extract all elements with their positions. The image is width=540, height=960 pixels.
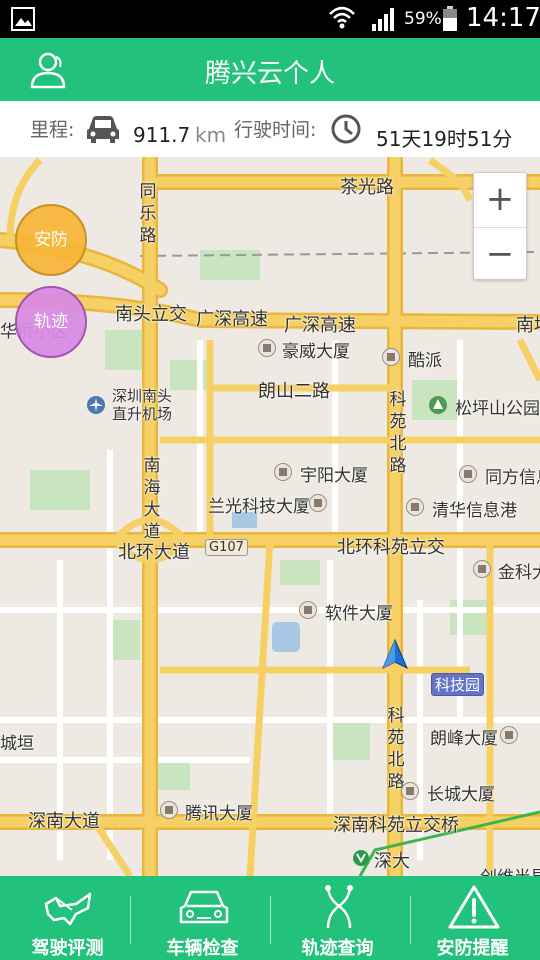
- map-label-haowei: 豪威大厦: [282, 342, 350, 362]
- map-label-langfeng: 朗峰大厦: [430, 729, 498, 749]
- poi-marker-languang: [309, 494, 327, 512]
- security-toggle-button[interactable]: 安防: [15, 204, 87, 276]
- map-label-kejibei-road-2: 科苑北路: [387, 706, 405, 792]
- map-label-changcheng: 长城大厦: [427, 785, 495, 805]
- map-label-langshan2: 朗山二路: [258, 381, 330, 402]
- tab-label: 驾驶评测: [31, 938, 104, 959]
- map-label-nanping: 南坪: [516, 315, 540, 336]
- poi-marker-tsinghua: [406, 498, 424, 516]
- map-label-tongle-road: 同乐路: [139, 182, 157, 246]
- steering-plane-icon: [44, 892, 92, 926]
- poi-marker-jinke: [473, 560, 491, 578]
- mileage-label: 里程:: [30, 119, 75, 141]
- poi-marker-haowei: [258, 339, 276, 357]
- map-label-tongfang: 同方信息: [485, 468, 540, 488]
- zoom-out-button[interactable]: −: [474, 227, 526, 280]
- zoom-control: + −: [473, 172, 527, 280]
- location-arrow-icon: [382, 638, 408, 670]
- map-label-beihuan: 北环大道: [118, 542, 190, 563]
- map-label-songpingshan: 松坪山公园: [455, 399, 540, 419]
- map-label-chuangwei: 创维半导: [480, 863, 540, 876]
- map-view[interactable]: 茶光路 同乐路 南头立交 广深高速 广深高速 南坪 华侨小区 豪威大厦 酷派 朗…: [0, 157, 540, 876]
- map-label-tsinghua: 清华信息港: [432, 501, 517, 521]
- map-label-kejiyuan: 科技园: [431, 673, 485, 696]
- tab-label: 车辆检查: [166, 938, 239, 959]
- tab-track-query[interactable]: 轨迹查询: [270, 876, 405, 960]
- title-bar: 腾兴云个人: [0, 38, 540, 101]
- map-label-g107: G107: [205, 539, 248, 556]
- airport-icon: [87, 396, 105, 414]
- map-label-guangshen-2: 广深高速: [284, 315, 356, 336]
- car-icon: [87, 116, 119, 143]
- map-label-yuyang: 宇阳大厦: [300, 466, 368, 486]
- route-icon: [325, 885, 353, 929]
- zoom-in-button[interactable]: +: [474, 173, 526, 225]
- map-label-shenda: 深大: [374, 851, 410, 872]
- map-label-chaguang-road: 茶光路: [340, 177, 394, 198]
- poi-marker-kupai: [382, 348, 400, 366]
- map-label-shennan: 深南大道: [28, 811, 100, 832]
- warning-icon: [448, 885, 500, 929]
- track-toggle-button[interactable]: 轨迹: [15, 286, 87, 358]
- page-title: 腾兴云个人: [204, 59, 335, 89]
- map-label-jinke: 金科大: [498, 563, 540, 583]
- map-label-tencent: 腾讯大厦: [185, 804, 253, 824]
- mileage-unit: km: [195, 123, 227, 147]
- mileage-value: 911.7: [133, 123, 191, 147]
- map-label-nanhai: 南海大道: [143, 456, 161, 542]
- poi-marker-langfeng: [500, 726, 518, 744]
- status-bar: 59% 14:17: [0, 0, 540, 38]
- map-label-shennan-keyuan: 深南科苑立交桥: [333, 815, 459, 836]
- map-label-chengyuan: 城垣: [0, 734, 34, 754]
- poi-marker-tencent: [160, 801, 178, 819]
- drive-time-label: 行驶时间:: [234, 119, 317, 141]
- tab-driving-evaluation[interactable]: 驾驶评测: [0, 876, 135, 960]
- tab-vehicle-check[interactable]: 车辆检查: [135, 876, 270, 960]
- battery-icon: [443, 6, 457, 31]
- tab-security-alert[interactable]: 安防提醒: [405, 876, 540, 960]
- poi-marker-software: [299, 601, 317, 619]
- bottom-nav: 驾驶评测 车辆检查 轨迹查询 安防提醒: [0, 876, 540, 960]
- tab-divider: [130, 896, 131, 944]
- tab-label: 安防提醒: [436, 938, 509, 959]
- stats-bar: 里程: 911.7 km 行驶时间: 51天19时51分: [0, 101, 540, 158]
- map-label-beihuan-keyuan: 北环科苑立交: [337, 537, 445, 558]
- poi-marker-tongfang: [459, 465, 477, 483]
- map-label-languang: 兰光科技大厦: [208, 497, 310, 517]
- signal-icon: [372, 8, 394, 31]
- metro-icon: [353, 850, 369, 866]
- map-label-nantou-interchange: 南头立交: [115, 304, 187, 325]
- tab-label: 轨迹查询: [301, 938, 374, 959]
- map-label-airport: 深圳南头直升机场: [112, 387, 173, 423]
- poi-marker-yuyang: [274, 463, 292, 481]
- wifi-icon: [329, 6, 355, 29]
- map-label-software: 软件大厦: [325, 604, 393, 624]
- clock-icon: [331, 114, 361, 144]
- battery-percent: 59%: [404, 9, 442, 29]
- clock: 14:17: [466, 3, 540, 33]
- map-label-guangshen-1: 广深高速: [196, 309, 268, 330]
- picture-icon: [11, 7, 35, 31]
- poi-marker-changcheng: [401, 782, 419, 800]
- map-label-kupai: 酷派: [408, 351, 442, 371]
- map-label-kejibei-road-1: 科苑北路: [389, 390, 407, 476]
- car-front-icon: [179, 890, 229, 924]
- drive-time-value: 51天19时51分: [376, 127, 513, 151]
- park-icon: [429, 396, 447, 414]
